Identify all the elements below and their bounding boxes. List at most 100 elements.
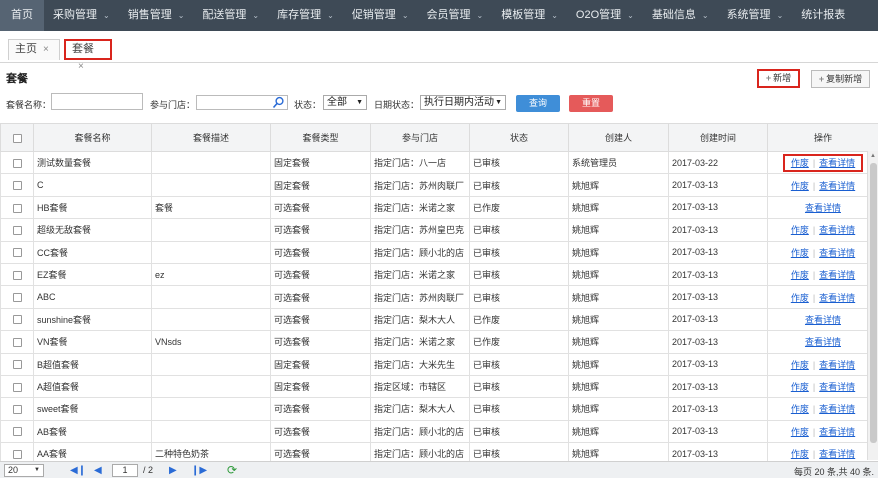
select-all-checkbox[interactable] bbox=[0, 123, 34, 152]
void-link[interactable]: 作废 bbox=[791, 181, 809, 191]
copy-add-button[interactable]: + 复制新增 bbox=[811, 70, 870, 88]
row-checkbox-cell[interactable] bbox=[0, 195, 34, 220]
refresh-icon[interactable]: ⟳ bbox=[227, 463, 237, 477]
checkbox[interactable] bbox=[12, 382, 22, 392]
checkbox[interactable] bbox=[12, 337, 22, 347]
checkbox[interactable] bbox=[12, 427, 22, 437]
next-page-icon[interactable]: ▶ bbox=[169, 464, 177, 477]
row-checkbox-cell[interactable] bbox=[0, 218, 34, 242]
scrollbar-thumb[interactable] bbox=[870, 163, 877, 443]
table-row[interactable]: VN套餐 VNsds 可选套餐 指定门店：米诺之家 已作废 姚旭辉 2017-03-13 查看… bbox=[0, 330, 878, 354]
checkbox[interactable] bbox=[12, 449, 22, 459]
nav-basic-info[interactable]: 基础信息 ⌄ bbox=[643, 0, 718, 31]
row-checkbox-cell[interactable] bbox=[0, 307, 34, 332]
table-row[interactable]: EZ套餐 ez 可选套餐 指定门店：米诺之家 已审核 姚旭辉 2017-03-13 作废 | 查看… bbox=[0, 262, 878, 287]
page-number-input[interactable]: 1 bbox=[112, 464, 138, 477]
view-detail-link[interactable]: 查看详情 bbox=[819, 293, 855, 303]
row-checkbox-cell[interactable] bbox=[0, 330, 34, 354]
prev-page-icon[interactable]: ◀ bbox=[94, 464, 102, 477]
view-detail-link[interactable]: 查看详情 bbox=[819, 360, 855, 370]
void-link[interactable]: 作废 bbox=[791, 360, 809, 370]
add-button[interactable]: + 新增 bbox=[757, 69, 800, 88]
void-link[interactable]: 作废 bbox=[791, 248, 809, 258]
checkbox[interactable] bbox=[12, 315, 22, 325]
row-checkbox-cell[interactable] bbox=[0, 240, 34, 264]
view-detail-link[interactable]: 查看详情 bbox=[805, 315, 841, 325]
nav-sales[interactable]: 销售管理 ⌄ bbox=[119, 0, 194, 31]
view-detail-link[interactable]: 查看详情 bbox=[819, 225, 855, 235]
checkbox[interactable] bbox=[12, 293, 22, 303]
nav-promotion[interactable]: 促销管理 ⌄ bbox=[343, 0, 418, 31]
column-header[interactable]: 套餐名称 bbox=[33, 123, 152, 152]
tab-home[interactable]: 主页 × bbox=[8, 39, 60, 60]
nav-reports[interactable]: 统计报表 bbox=[792, 0, 854, 31]
void-link[interactable]: 作废 bbox=[791, 270, 809, 280]
row-checkbox-cell[interactable] bbox=[0, 285, 34, 309]
view-detail-link[interactable]: 查看详情 bbox=[819, 404, 855, 414]
table-row[interactable]: sunshine套餐 可选套餐 指定门店：梨木大人 已作废 姚旭辉 2017-03-13 查… bbox=[0, 307, 878, 332]
table-row[interactable]: A超值套餐 固定套餐 指定区域：市辖区 已审核 姚旭辉 2017-03-13 作废 | 查看详情 bbox=[0, 374, 878, 399]
close-icon[interactable]: × bbox=[43, 44, 49, 55]
page-size-select[interactable]: 20 ▼ bbox=[4, 464, 44, 477]
nav-system[interactable]: 系统管理 ⌄ bbox=[718, 0, 793, 31]
void-link[interactable]: 作废 bbox=[791, 427, 809, 437]
column-header[interactable]: 套餐描述 bbox=[151, 123, 271, 152]
view-detail-link[interactable]: 查看详情 bbox=[805, 203, 841, 213]
table-row[interactable]: HB套餐 套餐 可选套餐 指定门店：米诺之家 已作废 姚旭辉 2017-03-13 查看详情 bbox=[0, 195, 878, 220]
table-row[interactable]: sweet套餐 可选套餐 指定门店：梨木大人 已审核 姚旭辉 2017-03-13 作废 | 查… bbox=[0, 397, 878, 421]
table-row[interactable]: CC套餐 可选套餐 指定门店：顾小北的店 已审核 姚旭辉 2017-03-13 作废 | 查看详… bbox=[0, 240, 878, 264]
view-detail-link[interactable]: 查看详情 bbox=[819, 270, 855, 280]
view-detail-link[interactable]: 查看详情 bbox=[819, 427, 855, 437]
void-link[interactable]: 作废 bbox=[791, 449, 809, 459]
tab-package[interactable]: 套餐 × bbox=[64, 39, 112, 72]
row-checkbox-cell[interactable] bbox=[0, 397, 34, 421]
column-header[interactable]: 参与门店 bbox=[370, 123, 470, 152]
view-detail-link[interactable]: 查看详情 bbox=[819, 181, 855, 191]
table-row[interactable]: B超值套餐 固定套餐 指定门店：大米先生 已审核 姚旭辉 2017-03-13 作废 | 查看详… bbox=[0, 352, 878, 376]
column-header[interactable]: 创建时间 bbox=[668, 123, 768, 152]
void-link[interactable]: 作废 bbox=[791, 404, 809, 414]
void-link[interactable]: 作废 bbox=[791, 158, 809, 168]
row-checkbox-cell[interactable] bbox=[0, 262, 34, 287]
checkbox[interactable] bbox=[12, 270, 22, 280]
status-select[interactable]: 全部 ▼ bbox=[323, 95, 367, 110]
table-row[interactable]: ABC 可选套餐 指定门店：苏州肉联厂 已审核 姚旭辉 2017-03-13 作废 | 查看详情 bbox=[0, 285, 878, 309]
view-detail-link[interactable]: 查看详情 bbox=[819, 158, 855, 168]
void-link[interactable]: 作废 bbox=[791, 382, 809, 392]
name-filter-input[interactable] bbox=[51, 93, 143, 110]
checkbox[interactable] bbox=[12, 203, 22, 213]
table-row[interactable]: 测试数量套餐 固定套餐 指定门店：八一店 已审核 系统管理员 2017-03-22 作废 | 查… bbox=[0, 150, 878, 175]
checkbox[interactable] bbox=[12, 405, 22, 415]
checkbox[interactable] bbox=[12, 181, 22, 191]
nav-delivery[interactable]: 配送管理 ⌄ bbox=[193, 0, 268, 31]
column-header[interactable]: 状态 bbox=[469, 123, 569, 152]
table-row[interactable]: C 固定套餐 指定门店：苏州肉联厂 已审核 姚旭辉 2017-03-13 作废 | 查看详情 bbox=[0, 173, 878, 197]
checkbox[interactable] bbox=[12, 133, 22, 143]
row-checkbox-cell[interactable] bbox=[0, 419, 34, 444]
nav-o2o[interactable]: O2O管理 ⌄ bbox=[567, 0, 643, 31]
last-page-icon[interactable]: ❙▶ bbox=[191, 464, 207, 477]
row-checkbox-cell[interactable] bbox=[0, 173, 34, 197]
checkbox[interactable] bbox=[12, 158, 22, 168]
checkbox[interactable] bbox=[12, 248, 22, 258]
date-status-select[interactable]: 执行日期内活动 ▼ bbox=[420, 95, 506, 110]
nav-inventory[interactable]: 库存管理 ⌄ bbox=[268, 0, 343, 31]
table-row[interactable]: AB套餐 可选套餐 指定门店：顾小北的店 已审核 姚旭辉 2017-03-13 作废 | 查看详… bbox=[0, 419, 878, 444]
checkbox[interactable] bbox=[12, 225, 22, 235]
nav-purchase[interactable]: 采购管理 ⌄ bbox=[44, 0, 119, 31]
row-checkbox-cell[interactable] bbox=[0, 352, 34, 376]
checkbox[interactable] bbox=[12, 360, 22, 370]
first-page-icon[interactable]: ◀❙ bbox=[70, 464, 86, 477]
view-detail-link[interactable]: 查看详情 bbox=[819, 248, 855, 258]
void-link[interactable]: 作废 bbox=[791, 293, 809, 303]
column-header[interactable]: 创建人 bbox=[568, 123, 669, 152]
view-detail-link[interactable]: 查看详情 bbox=[819, 449, 855, 459]
store-filter-input[interactable] bbox=[196, 95, 288, 110]
table-scrollbar[interactable]: ▲ bbox=[867, 151, 878, 460]
nav-member[interactable]: 会员管理 ⌄ bbox=[418, 0, 493, 31]
reset-button[interactable]: 重置 bbox=[569, 95, 613, 112]
query-button[interactable]: 查询 bbox=[516, 95, 560, 112]
table-row[interactable]: 超级无敌套餐 可选套餐 指定门店：苏州皇巴克 已审核 姚旭辉 2017-03-13 作废 | 查… bbox=[0, 218, 878, 242]
search-icon[interactable] bbox=[272, 96, 285, 109]
view-detail-link[interactable]: 查看详情 bbox=[805, 337, 841, 347]
